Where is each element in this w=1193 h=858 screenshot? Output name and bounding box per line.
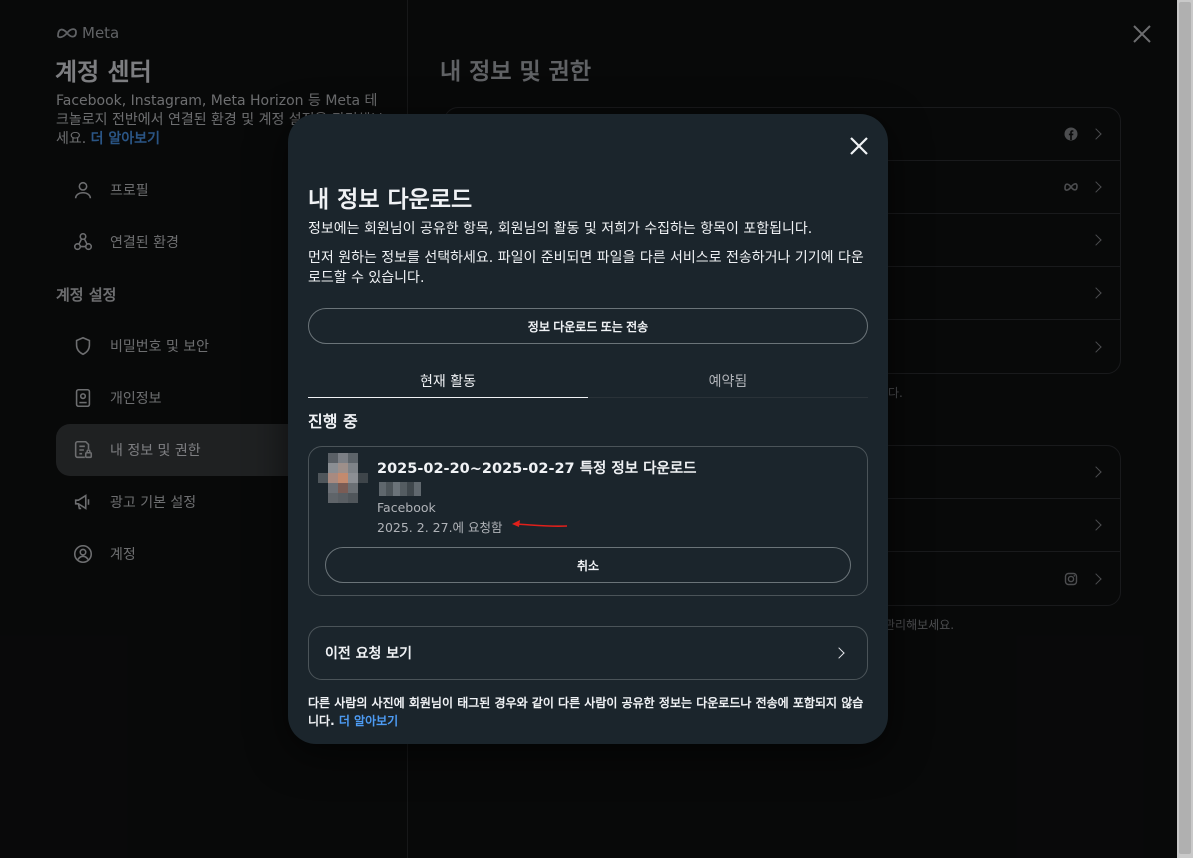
download-or-transfer-button[interactable]: 정보 다운로드 또는 전송 — [308, 308, 868, 344]
modal-footer-note: 다른 사람의 사진에 회원님이 태그된 경우와 같이 다른 사람이 공유한 정보… — [308, 696, 864, 728]
download-info-modal: 내 정보 다운로드 정보에는 회원님이 공유한 항목, 회원님의 활동 및 저희… — [288, 114, 888, 744]
cancel-request-button[interactable]: 취소 — [325, 547, 851, 583]
view-previous-requests-button[interactable]: 이전 요청 보기 — [308, 626, 868, 680]
blurred-account-name — [379, 482, 421, 496]
modal-title: 내 정보 다운로드 — [308, 187, 473, 213]
tab-current-activity[interactable]: 현재 활동 — [308, 364, 588, 398]
close-icon[interactable] — [848, 135, 870, 157]
modal-description: 정보에는 회원님이 공유한 항목, 회원님의 활동 및 저희가 수집하는 항목이… — [308, 221, 813, 237]
modal-instructions: 먼저 원하는 정보를 선택하세요. 파일이 준비되면 파일을 다른 서비스로 전… — [308, 250, 864, 286]
request-source: Facebook — [377, 500, 436, 515]
profile-thumbnail-blurred — [318, 453, 368, 503]
request-title: 2025-02-20~2025-02-27 특정 정보 다운로드 — [377, 461, 697, 477]
download-request-card: 2025-02-20~2025-02-27 특정 정보 다운로드 Faceboo… — [308, 446, 868, 596]
in-progress-heading: 진행 중 — [308, 412, 358, 431]
footer-learn-more-link[interactable]: 더 알아보기 — [339, 714, 398, 728]
red-arrow-annotation-icon — [512, 520, 568, 528]
chevron-right-icon — [833, 647, 845, 659]
scrollbar-thumb[interactable] — [1179, 2, 1191, 854]
tab-scheduled[interactable]: 예약됨 — [588, 364, 868, 398]
request-date: 2025. 2. 27.에 요청함 — [377, 520, 503, 535]
